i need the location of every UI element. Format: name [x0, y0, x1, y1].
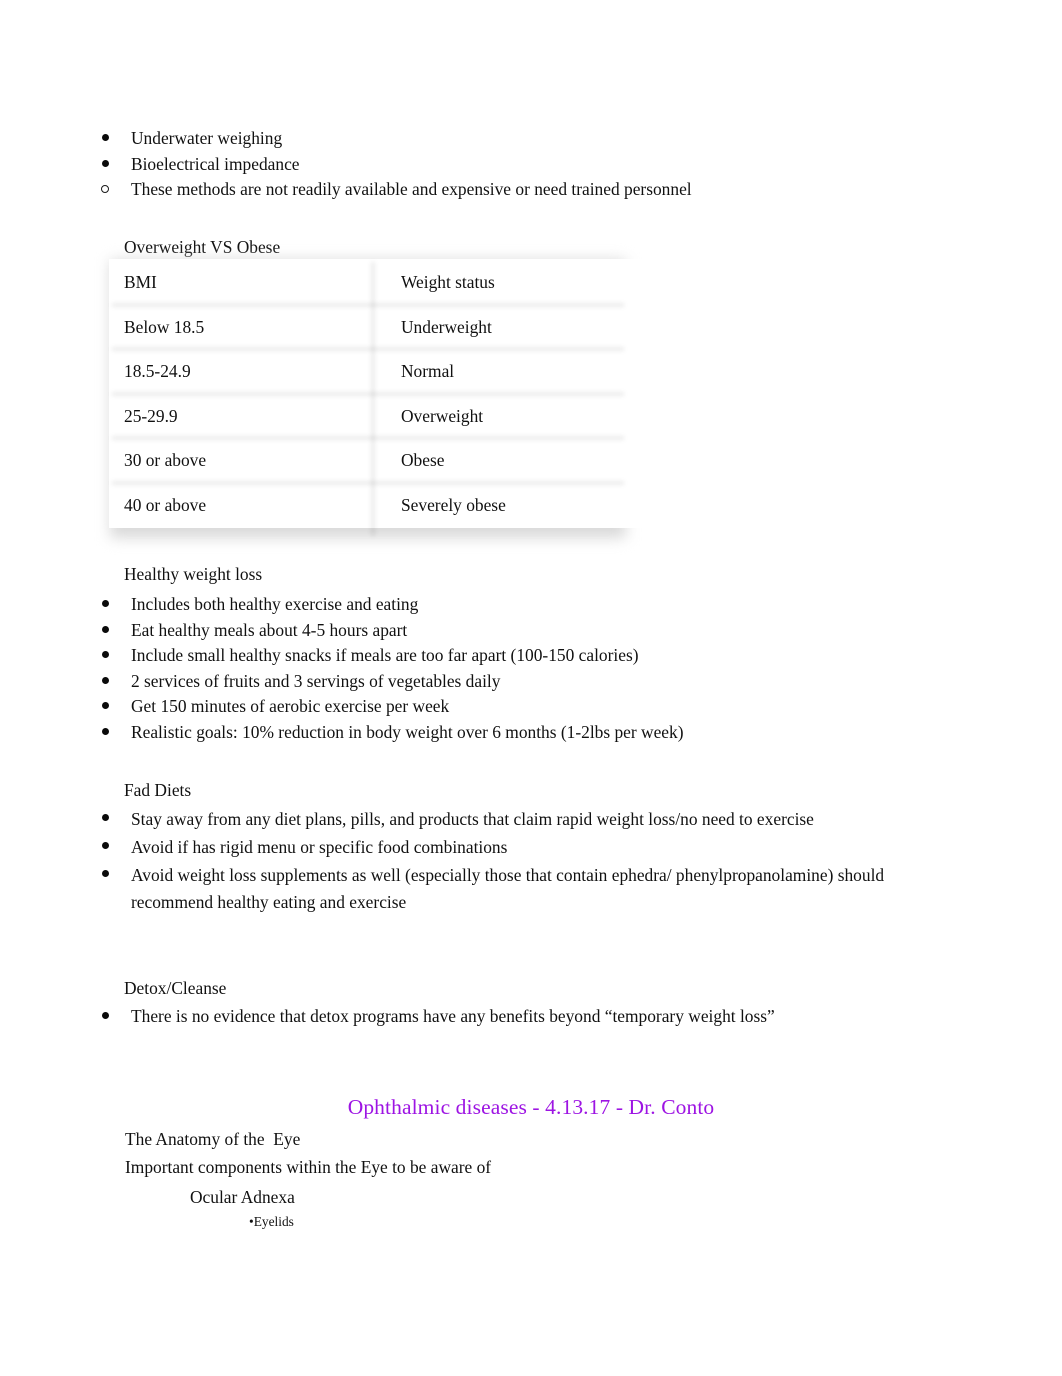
heading-overweight-vs-obese: Overweight VS Obese: [124, 237, 281, 257]
heading-healthy-weight-loss: Healthy weight loss: [124, 564, 263, 584]
table-cell: Below 18.5: [110, 304, 387, 349]
list-item-label: Bioelectrical impedance: [131, 153, 300, 174]
list-item-label: Realistic goals: 10% reduction in body w…: [131, 721, 684, 742]
hollow-bullet-icon: [98, 177, 112, 203]
table-cell: 40 or above: [110, 482, 387, 527]
list-item: Include small healthy snacks if meals ar…: [88, 643, 1008, 669]
anatomy-ocular-adnexa: Ocular Adnexa: [190, 1187, 295, 1207]
table-cell: Severely obese: [387, 482, 654, 527]
table-row: Below 18.5 Underweight: [110, 304, 654, 349]
filled-bullet-icon: [98, 643, 112, 669]
table-cell: Underweight: [387, 304, 654, 349]
filled-bullet-icon: [98, 126, 112, 152]
list-item: Eat healthy meals about 4-5 hours apart: [88, 618, 1008, 644]
table-header-cell: Weight status: [387, 260, 654, 305]
table-row: 30 or above Obese: [110, 438, 654, 483]
list-item-label: Avoid if has rigid menu or specific food…: [131, 836, 508, 857]
filled-bullet-icon: [98, 806, 112, 832]
detox-cleanse-list: There is no evidence that detox programs…: [88, 1004, 1028, 1030]
lecture-heading-text: Ophthalmic diseases - 4.13.17 - Dr. Cont…: [347, 1095, 715, 1119]
filled-bullet-icon: [98, 834, 112, 860]
bmi-table-container: BMI Weight status Below 18.5 Underweight 18.…: [110, 260, 654, 538]
document-page: Underwater weighing Bioelectrical impedan…: [0, 0, 1062, 1376]
anatomy-subtitle: Important components within the Eye to b…: [125, 1157, 492, 1177]
bmi-table: BMI Weight status Below 18.5 Underweight 18.…: [110, 260, 654, 527]
heading-detox-cleanse: Detox/Cleanse: [124, 978, 227, 998]
filled-bullet-icon: [98, 1004, 112, 1030]
table-cell: Overweight: [387, 393, 654, 438]
list-item: 2 services of fruits and 3 servings of v…: [88, 669, 1008, 695]
table-cell: 25-29.9: [110, 393, 387, 438]
list-item: There is no evidence that detox programs…: [88, 1004, 1028, 1030]
table-header-row: BMI Weight status: [110, 260, 654, 305]
filled-bullet-icon: [98, 720, 112, 746]
table-header-cell: BMI: [110, 260, 387, 305]
list-item: Stay away from any diet plans, pills, an…: [88, 806, 918, 834]
list-item-label: Includes both healthy exercise and eatin…: [131, 594, 419, 614]
anatomy-title: The Anatomy of the Eye: [125, 1129, 301, 1149]
table-cell: 30 or above: [110, 438, 387, 483]
filled-bullet-icon: [98, 152, 112, 178]
list-item-label: Avoid weight loss supplements as well (e…: [131, 864, 885, 913]
table-cell: Obese: [387, 438, 654, 483]
list-item-label: Underwater weighing: [131, 128, 283, 148]
list-item: Bioelectrical impedance: [88, 152, 988, 178]
filled-bullet-icon: [98, 592, 112, 618]
fad-diets-list: Stay away from any diet plans, pills, an…: [88, 806, 918, 917]
table-cell: Normal: [387, 349, 654, 394]
list-item-label: These methods are not readily available …: [131, 179, 692, 200]
filled-bullet-icon: [98, 669, 112, 695]
list-item-label: 2 services of fruits and 3 servings of v…: [131, 670, 501, 691]
table-row: 25-29.9 Overweight: [110, 393, 654, 438]
filled-bullet-icon: [98, 694, 112, 720]
table-row: 18.5-24.9 Normal: [110, 349, 654, 394]
list-item: Underwater weighing: [88, 126, 988, 152]
list-item-label: Get 150 minutes of aerobic exercise per …: [131, 696, 450, 717]
list-item: Realistic goals: 10% reduction in body w…: [88, 720, 1008, 746]
lecture-heading: Ophthalmic diseases - 4.13.17 - Dr. Cont…: [0, 1093, 1062, 1121]
healthy-weight-loss-list: Includes both healthy exercise and eatin…: [88, 592, 1008, 746]
filled-bullet-icon: [98, 618, 112, 644]
table-cell: 18.5-24.9: [110, 349, 387, 394]
table-row: 40 or above Severely obese: [110, 482, 654, 527]
heading-fad-diets: Fad Diets: [124, 780, 192, 800]
anatomy-eyelids: •Eyelids: [249, 1214, 294, 1229]
filled-bullet-icon: [98, 862, 112, 888]
list-item: Get 150 minutes of aerobic exercise per …: [88, 694, 1008, 720]
list-item-label: Eat healthy meals about 4-5 hours apart: [131, 619, 408, 640]
list-item: Includes both healthy exercise and eatin…: [88, 592, 1008, 618]
list-item: These methods are not readily available …: [88, 177, 988, 203]
list-item: Avoid weight loss supplements as well (e…: [88, 862, 918, 918]
list-item-label: Stay away from any diet plans, pills, an…: [131, 809, 814, 829]
list-item-label: Include small healthy snacks if meals ar…: [131, 645, 639, 666]
list-item-label: There is no evidence that detox programs…: [131, 1006, 775, 1026]
list-item: Avoid if has rigid menu or specific food…: [88, 834, 918, 862]
top-bullet-list: Underwater weighing Bioelectrical impedan…: [88, 126, 988, 203]
